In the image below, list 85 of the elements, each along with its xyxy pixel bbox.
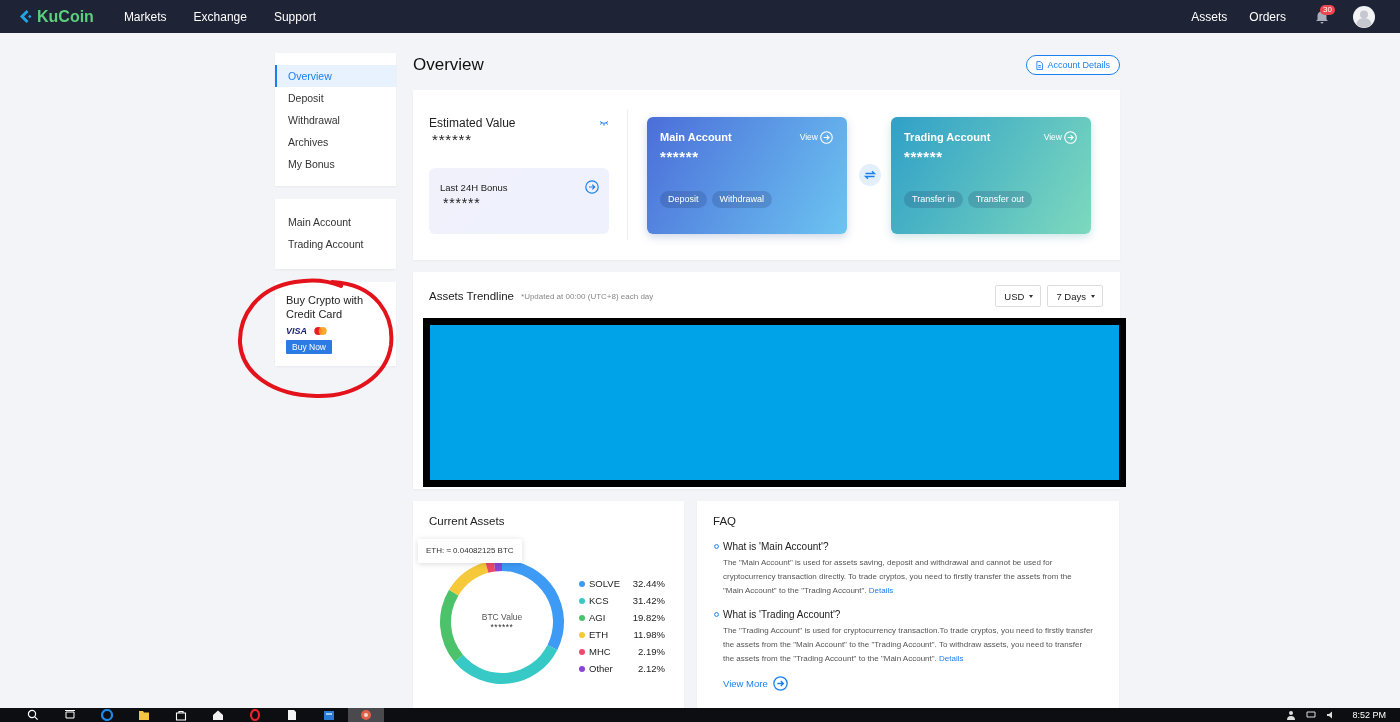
center-label: BTC Value: [481, 612, 523, 622]
nav-link[interactable]: Exchange: [193, 9, 247, 24]
legend-percent: 11.98%: [633, 629, 665, 640]
account-value: ******: [660, 148, 700, 165]
ring-icon[interactable]: [249, 709, 261, 721]
period-select[interactable]: 7 Days: [1047, 285, 1103, 307]
legend-percent: 19.82%: [632, 612, 665, 623]
account-action-button[interactable]: Deposit: [660, 190, 707, 208]
account-value: ******: [904, 148, 944, 165]
update-note: *Updated at 00:00 (UTC+8) each day: [521, 291, 654, 301]
trendline-title: Assets Trendline: [429, 290, 514, 302]
sidebar-item[interactable]: My Bonus: [275, 153, 396, 175]
arrow-circle-icon: [772, 676, 788, 691]
faq-title: FAQ: [713, 515, 737, 527]
promo-title: Buy Crypto with Credit Card: [286, 293, 365, 321]
document-icon: [1036, 60, 1044, 70]
faq-answer: The "Trading Account" is used for cryptocurrency transaction.To trade cryptos, you need to firstly transfer the assets from the "Main Account" to the "Trading Account". To withdraw assets, you need to transfer the assets from the "Trading Account" to the "Main Account". Details: [723, 625, 1093, 665]
logo-icon[interactable]: [19, 9, 34, 24]
account-title: Trading Account: [904, 131, 991, 143]
legend-label: KCS: [589, 595, 609, 606]
page-title: Overview: [413, 55, 484, 75]
account-title: Main Account: [660, 131, 732, 143]
shopping-bag-icon[interactable]: [175, 709, 187, 721]
arrow-circle-icon[interactable]: [585, 180, 599, 194]
document-icon[interactable]: [286, 709, 298, 721]
sidebar-item[interactable]: Archives: [275, 131, 396, 153]
caret-icon: [1029, 294, 1034, 298]
search-icon[interactable]: [27, 709, 39, 721]
sidebar-item[interactable]: Withdrawal: [275, 109, 396, 131]
sidebar-item[interactable]: Main Account: [275, 211, 396, 233]
legend-label: ETH: [589, 629, 608, 640]
view-more-link[interactable]: View More: [723, 676, 788, 691]
nav-link[interactable]: Markets: [123, 9, 167, 24]
legend-percent: 2.12%: [638, 663, 665, 674]
nav-link[interactable]: Assets: [1191, 9, 1228, 24]
monitor-icon[interactable]: [1306, 710, 1317, 720]
currency-select[interactable]: USD: [995, 285, 1042, 307]
legend-percent: 2.19%: [638, 646, 665, 657]
legend-label: MHC: [589, 646, 611, 657]
active-taskbar-app[interactable]: [348, 708, 384, 722]
details-link[interactable]: Details: [939, 654, 964, 663]
bonus-value: ******: [443, 196, 482, 210]
window-app-icon[interactable]: [323, 709, 335, 721]
legend-label: SOLVE: [589, 578, 620, 589]
visa-logo: VISA: [286, 326, 307, 336]
legend-percent: 31.42%: [632, 595, 665, 606]
caret-icon: [1091, 294, 1095, 298]
buy-now-button[interactable]: Buy Now: [286, 340, 332, 354]
chart-tooltip: ETH: ≈ 0.04082125 BTC: [418, 539, 522, 563]
faq-answer: The "Main Account" is used for assets saving, deposit and withdrawal and cannot be used for cryptocurrency transaction directly. To trade cryptos, you need to firstly transfer the assets from the "Main Account" to the "Trading Account". Details: [723, 557, 1073, 597]
account-details-button[interactable]: Account Details: [1026, 55, 1120, 75]
swap-arrows-icon[interactable]: [859, 164, 881, 186]
sidebar-item[interactable]: Trading Account: [275, 233, 396, 255]
account-action-button[interactable]: Withdrawal: [711, 190, 773, 208]
details-link[interactable]: Details: [868, 586, 894, 595]
bullet-ring-icon: [714, 612, 719, 617]
arrow-circle-icon: [1064, 130, 1077, 144]
house-icon[interactable]: [212, 709, 224, 721]
task-view-icon[interactable]: [64, 709, 76, 721]
legend-label: Other: [589, 663, 613, 674]
two-circles-logo-icon: [314, 327, 327, 335]
faq-question: What is 'Main Account'?: [723, 541, 829, 552]
closed-eye-icon[interactable]: [599, 120, 609, 126]
bullet-ring-icon: [714, 544, 719, 549]
logo-text[interactable]: KuCoin: [37, 7, 94, 26]
person-icon[interactable]: [1286, 710, 1297, 720]
estimated-value: ******: [432, 132, 473, 147]
center-value: ******: [490, 622, 514, 632]
browser-icon[interactable]: [101, 709, 113, 721]
sidebar-item[interactable]: Overview: [275, 65, 396, 87]
arrow-circle-icon: [820, 130, 833, 144]
folder-icon[interactable]: [138, 709, 150, 721]
nav-link[interactable]: Support: [273, 9, 316, 24]
current-assets-title: Current Assets: [429, 515, 506, 527]
notification-count: 30: [1320, 5, 1335, 15]
avatar-icon[interactable]: [1353, 5, 1375, 28]
legend-percent: 32.44%: [632, 578, 665, 589]
sidebar-item[interactable]: Deposit: [275, 87, 396, 109]
nav-link[interactable]: Orders: [1249, 9, 1286, 24]
bonus-label: Last 24H Bonus: [440, 181, 508, 193]
legend-label: AGI: [589, 612, 606, 623]
clock-time: 8:52 PM: [1352, 710, 1386, 720]
faq-question: What is 'Trading Account'?: [723, 609, 841, 620]
estimated-value-label: Estimated Value: [429, 116, 516, 130]
circle-app-icon: [360, 709, 372, 721]
